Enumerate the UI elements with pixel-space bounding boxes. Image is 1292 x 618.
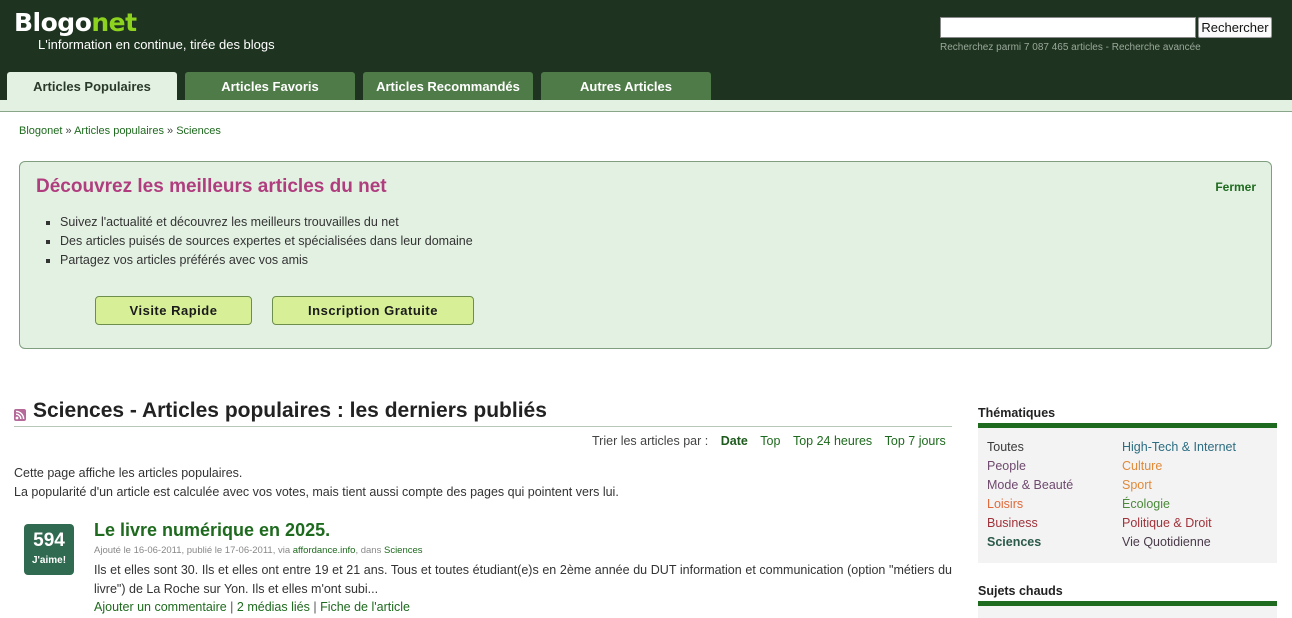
page-title: Sciences - Articles populaires : les der… xyxy=(33,399,547,422)
logo-main: Blogo xyxy=(14,8,92,37)
promo-bullet: Des articles puisés de sources expertes … xyxy=(60,232,473,251)
breadcrumb-articles-populaires[interactable]: Articles populaires xyxy=(74,125,164,137)
promo-title: Découvrez les meilleurs articles du net xyxy=(36,176,387,197)
link-separator: | xyxy=(309,600,321,614)
rss-feed-icon[interactable] xyxy=(14,409,26,421)
search-hint: Recherchez parmi 7 087 465 articles - Re… xyxy=(940,42,1201,53)
sort-label: Trier les articles par : xyxy=(592,434,709,448)
breadcrumb: Blogonet » Articles populaires » Science… xyxy=(19,125,221,137)
tab-autres-articles[interactable]: Autres Articles xyxy=(541,72,711,100)
meta-mid: , dans xyxy=(355,545,384,556)
linked-media-link[interactable]: 2 médias liés xyxy=(237,600,310,614)
search-input[interactable] xyxy=(940,17,1196,38)
free-signup-button[interactable]: Inscription Gratuite xyxy=(272,296,474,325)
vote-label: J'aime! xyxy=(31,555,67,566)
article-category-link[interactable]: Sciences xyxy=(384,545,423,556)
theme-people[interactable]: People xyxy=(987,459,1026,473)
tab-subband xyxy=(0,100,1292,112)
theme-culture[interactable]: Culture xyxy=(1122,459,1162,473)
logo-accent: net xyxy=(91,8,137,37)
sort-top-7d[interactable]: Top 7 jours xyxy=(885,434,946,448)
theme-high-tech[interactable]: High-Tech & Internet xyxy=(1122,440,1236,454)
promo-bullet: Suivez l'actualité et découvrez les meil… xyxy=(60,213,473,232)
article-meta: Ajouté le 16-06-2011, publié le 17-06-20… xyxy=(94,545,423,556)
link-separator: | xyxy=(226,600,237,614)
site-header: Blogonet L'information en continue, tiré… xyxy=(0,0,1292,100)
theme-vie-quotidienne[interactable]: Vie Quotidienne xyxy=(1122,535,1211,549)
article-source-link[interactable]: affordance.info xyxy=(293,545,356,556)
theme-sport[interactable]: Sport xyxy=(1122,478,1152,492)
sort-bar: Trier les articles par : Date Top Top 24… xyxy=(592,434,946,448)
breadcrumb-sciences[interactable]: Sciences xyxy=(176,125,221,137)
search-button[interactable]: Rechercher xyxy=(1198,17,1272,38)
intro-text: La popularité d'un article est calculée … xyxy=(14,485,619,499)
intro-text: Cette page affiche les articles populair… xyxy=(14,466,243,480)
breadcrumb-separator: » xyxy=(65,125,72,137)
hot-topics-title: Sujets chauds xyxy=(978,584,1063,598)
tab-articles-populaires[interactable]: Articles Populaires xyxy=(7,72,177,100)
hot-topics-box xyxy=(978,606,1277,618)
theme-loisirs[interactable]: Loisirs xyxy=(987,497,1023,511)
theme-sciences[interactable]: Sciences xyxy=(987,535,1041,549)
breadcrumb-home[interactable]: Blogonet xyxy=(19,125,62,137)
article-title-link[interactable]: Le livre numérique en 2025. xyxy=(94,520,330,541)
title-divider xyxy=(14,426,952,427)
theme-ecologie[interactable]: Écologie xyxy=(1122,497,1170,511)
breadcrumb-separator: » xyxy=(167,125,174,137)
themes-title: Thématiques xyxy=(978,406,1056,420)
promo-bullet: Partagez vos articles préférés avec vos … xyxy=(60,251,473,270)
theme-politique-droit[interactable]: Politique & Droit xyxy=(1122,516,1212,530)
theme-toutes[interactable]: Toutes xyxy=(987,440,1024,454)
vote-count: 594 xyxy=(33,530,65,551)
promo-close-link[interactable]: Fermer xyxy=(1215,180,1256,194)
tab-articles-favoris[interactable]: Articles Favoris xyxy=(185,72,355,100)
theme-mode-beaute[interactable]: Mode & Beauté xyxy=(987,478,1073,492)
add-comment-link[interactable]: Ajouter un commentaire xyxy=(94,600,227,614)
sort-date[interactable]: Date xyxy=(721,434,748,448)
meta-prefix: Ajouté le 16-06-2011, publié le 17-06-20… xyxy=(94,545,293,556)
sort-top[interactable]: Top xyxy=(760,434,780,448)
article-actions: Ajouter un commentaire | 2 médias liés |… xyxy=(94,600,410,614)
site-tagline: L'information en continue, tirée des blo… xyxy=(38,37,275,52)
sort-top-24h[interactable]: Top 24 heures xyxy=(793,434,872,448)
promo-list: Suivez l'actualité et découvrez les meil… xyxy=(60,213,473,270)
site-logo[interactable]: Blogonet xyxy=(14,8,137,37)
theme-business[interactable]: Business xyxy=(987,516,1038,530)
article-excerpt: Ils et elles sont 30. Ils et elles ont e… xyxy=(94,563,952,596)
tab-articles-recommandes[interactable]: Articles Recommandés xyxy=(363,72,533,100)
quick-visit-button[interactable]: Visite Rapide xyxy=(95,296,252,325)
like-vote-button[interactable]: 594 J'aime! xyxy=(24,524,74,575)
promo-box: Découvrez les meilleurs articles du net … xyxy=(19,161,1272,349)
article-sheet-link[interactable]: Fiche de l'article xyxy=(320,600,410,614)
